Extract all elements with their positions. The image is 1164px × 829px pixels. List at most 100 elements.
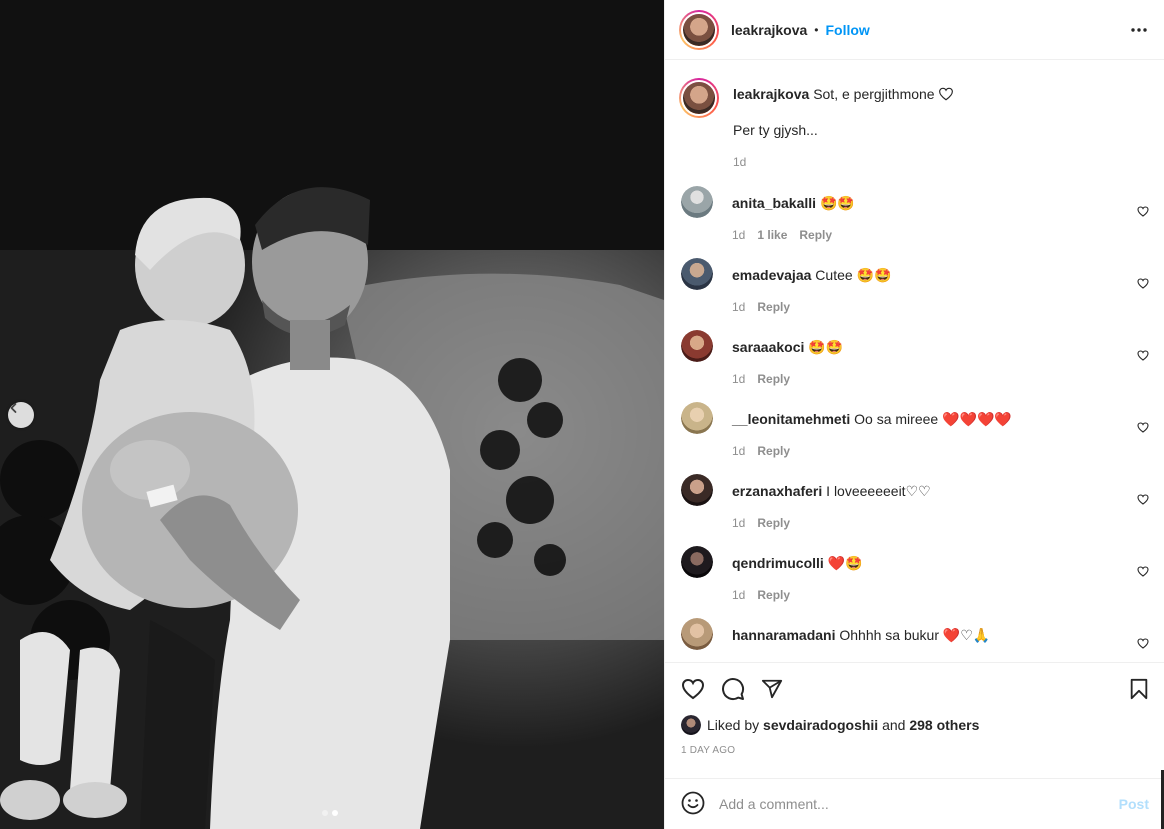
liker-username[interactable]: sevdairadogoshii bbox=[763, 717, 878, 733]
comment-time[interactable]: 1d bbox=[732, 442, 745, 460]
comment-row: emadevajaa Cutee 🤩🤩 1d Reply bbox=[679, 258, 1149, 330]
commenter-avatar[interactable] bbox=[681, 186, 713, 218]
save-button[interactable] bbox=[1129, 678, 1149, 703]
heart-outline-icon bbox=[1137, 566, 1149, 577]
commenter-avatar[interactable] bbox=[681, 330, 713, 362]
author-username[interactable]: leakrajkova bbox=[731, 22, 807, 38]
comment-text: Ohhhh sa bukur bbox=[839, 627, 939, 643]
comment-time[interactable]: 1d bbox=[732, 298, 745, 316]
comment-like-button[interactable] bbox=[1137, 564, 1149, 580]
comment-text: I loveeeeeeit bbox=[826, 483, 906, 499]
carousel-indicator bbox=[322, 810, 338, 816]
comment-row: qendrimucolli ❤️🤩 1d Reply bbox=[679, 546, 1149, 618]
heart-outline-icon bbox=[1137, 278, 1149, 289]
heart-outline-icon bbox=[1137, 638, 1149, 649]
commenter-avatar[interactable] bbox=[681, 618, 713, 650]
commenter-username[interactable]: emadevajaa bbox=[732, 267, 811, 283]
more-options-button[interactable] bbox=[1130, 27, 1148, 33]
caption-author-avatar[interactable] bbox=[679, 78, 719, 118]
commenter-username[interactable]: saraaakoci bbox=[732, 339, 804, 355]
reply-button[interactable]: Reply bbox=[757, 442, 790, 460]
reply-button[interactable]: Reply bbox=[757, 586, 790, 604]
post-side-panel: leakrajkova • Follow leakrajkova Sot, e … bbox=[664, 0, 1164, 829]
caption-text-line2: Per ty gjysh... bbox=[733, 122, 818, 138]
comment-likes-count[interactable]: 1 like bbox=[757, 226, 787, 244]
heart-outline-icon bbox=[1137, 350, 1149, 361]
comment-time[interactable]: 1d bbox=[732, 370, 745, 388]
comment-row: erzanaxhaferi I loveeeeeeit♡♡ 1d Reply bbox=[679, 474, 1149, 546]
heart-outline-icon bbox=[681, 678, 705, 699]
commenter-avatar[interactable] bbox=[681, 402, 713, 434]
author-avatar[interactable] bbox=[679, 9, 719, 50]
comment-like-button[interactable] bbox=[1137, 636, 1149, 652]
commenter-avatar[interactable] bbox=[681, 474, 713, 506]
post-photo[interactable] bbox=[0, 0, 664, 829]
comment-like-button[interactable] bbox=[1137, 492, 1149, 508]
comment-row: __leonitamehmeti Oo sa mireee ❤️❤️❤️❤️ 1… bbox=[679, 402, 1149, 474]
carousel-previous-button[interactable] bbox=[8, 402, 34, 428]
post-header: leakrajkova • Follow bbox=[665, 0, 1164, 60]
follow-button[interactable]: Follow bbox=[826, 22, 870, 38]
commenter-username[interactable]: anita_bakalli bbox=[732, 195, 816, 211]
post-date[interactable]: 1 DAY AGO bbox=[681, 745, 1149, 756]
comment-emoji: 🤩🤩 bbox=[856, 268, 892, 284]
comment-like-button[interactable] bbox=[1137, 348, 1149, 364]
commenter-username[interactable]: erzanaxhaferi bbox=[732, 483, 822, 499]
reply-button[interactable]: Reply bbox=[757, 370, 790, 388]
comment-row: hannaramadani Ohhhh sa bukur ❤️♡🙏 bbox=[679, 618, 1149, 662]
comment-time[interactable]: 1d bbox=[732, 226, 745, 244]
white-heart-icon bbox=[939, 87, 954, 101]
liked-by-and: and bbox=[882, 717, 906, 733]
share-button[interactable] bbox=[761, 678, 783, 703]
caption-time[interactable]: 1d bbox=[733, 153, 954, 171]
chevron-left-icon bbox=[10, 403, 17, 413]
post-actions: Liked by sevdairadogoshii and 298 others… bbox=[665, 662, 1164, 778]
commenter-username[interactable]: __leonitamehmeti bbox=[732, 411, 850, 427]
comment-time[interactable]: 1d bbox=[732, 586, 745, 604]
comment-text: Oo sa mireee bbox=[854, 411, 939, 427]
heart-outline-icon bbox=[1137, 206, 1149, 217]
add-comment-input[interactable] bbox=[719, 796, 1119, 812]
commenter-avatar[interactable] bbox=[681, 546, 713, 578]
comment-icon bbox=[722, 677, 745, 700]
commenter-username[interactable]: hannaramadani bbox=[732, 627, 835, 643]
liked-by-prefix: Liked by bbox=[707, 717, 760, 733]
liker-avatar[interactable] bbox=[681, 715, 701, 735]
add-comment-bar: Post bbox=[665, 778, 1164, 829]
photo-illustration bbox=[0, 0, 664, 829]
heart-outline-icon bbox=[1137, 494, 1149, 505]
header-separator: • bbox=[814, 22, 819, 37]
reply-button[interactable]: Reply bbox=[757, 298, 790, 316]
comment-text: Cutee bbox=[815, 267, 853, 283]
comment-time[interactable]: 1d bbox=[732, 514, 745, 532]
comment-emoji: 🤩🤩 bbox=[819, 196, 855, 212]
post-comment-button[interactable]: Post bbox=[1119, 796, 1149, 812]
likes-others-count[interactable]: 298 others bbox=[909, 717, 979, 733]
heart-outline-icon bbox=[1137, 422, 1149, 433]
emoji-picker-button[interactable] bbox=[681, 791, 705, 818]
comment-row: saraaakoci 🤩🤩 1d Reply bbox=[679, 330, 1149, 402]
comment-emoji: ❤️♡🙏 bbox=[942, 628, 991, 644]
comment-like-button[interactable] bbox=[1137, 204, 1149, 220]
commenter-username[interactable]: qendrimucolli bbox=[732, 555, 824, 571]
more-horizontal-icon bbox=[1131, 27, 1147, 32]
carousel-dot-active bbox=[332, 810, 338, 816]
post-caption: leakrajkova Sot, e pergjithmone Per ty g… bbox=[679, 60, 1149, 171]
comment-emoji: ❤️🤩 bbox=[827, 556, 863, 572]
comment-like-button[interactable] bbox=[1137, 276, 1149, 292]
like-button[interactable] bbox=[681, 678, 705, 703]
bookmark-icon bbox=[1130, 678, 1148, 699]
comment-like-button[interactable] bbox=[1137, 420, 1149, 436]
carousel-dot bbox=[322, 810, 328, 816]
comment-emoji: ❤️❤️❤️❤️ bbox=[942, 412, 1012, 428]
comment-emoji: ♡♡ bbox=[905, 484, 931, 500]
commenter-avatar[interactable] bbox=[681, 258, 713, 290]
smiley-icon bbox=[681, 791, 705, 814]
reply-button[interactable]: Reply bbox=[757, 514, 790, 532]
reply-button[interactable]: Reply bbox=[799, 226, 832, 244]
caption-username[interactable]: leakrajkova bbox=[733, 86, 809, 102]
send-icon bbox=[761, 679, 783, 698]
comment-emoji: 🤩🤩 bbox=[808, 340, 844, 356]
comments-list[interactable]: leakrajkova Sot, e pergjithmone Per ty g… bbox=[665, 60, 1164, 662]
comment-button[interactable] bbox=[721, 677, 745, 704]
